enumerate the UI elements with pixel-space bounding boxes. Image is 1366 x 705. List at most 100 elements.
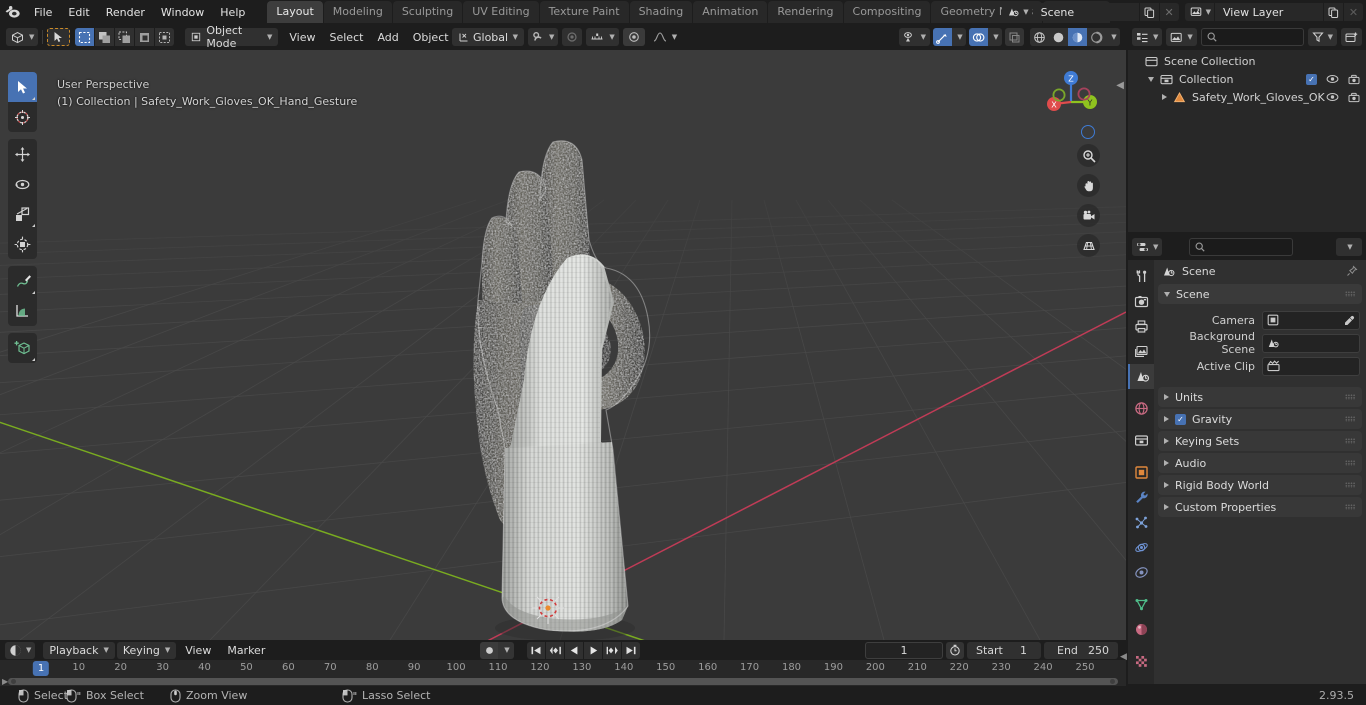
chevron-down-icon[interactable]: ▼ (1336, 238, 1362, 256)
properties-search-input[interactable] (1189, 238, 1294, 256)
workspace-tab-modeling[interactable]: Modeling (323, 1, 392, 23)
gizmo-dropdown[interactable]: ▼ (952, 28, 966, 46)
jump-to-start-icon[interactable] (527, 641, 545, 659)
viewlayer-datablock[interactable]: ▼ View Layer ✕ (1184, 3, 1363, 21)
shading-solid[interactable] (1049, 28, 1068, 46)
panel-header-units[interactable]: Units (1158, 387, 1362, 407)
viewlayer-unlink-button[interactable]: ✕ (1344, 3, 1363, 21)
timeline-editor-icon[interactable]: ▼ (5, 641, 36, 659)
outliner-row[interactable]: Safety_Work_Gloves_OK (1128, 88, 1366, 106)
menu-render[interactable]: Render (98, 3, 153, 22)
record-dot-icon[interactable] (480, 641, 498, 659)
toggle-perspective-icon[interactable] (1077, 234, 1100, 257)
viewport-menu-select[interactable]: Select (323, 28, 371, 46)
select-mode-extend[interactable] (95, 28, 115, 46)
scale-tool[interactable] (8, 199, 37, 229)
proportional-edit-button[interactable] (562, 28, 583, 46)
cursor-tool[interactable] (8, 102, 37, 132)
select-mode-intersect[interactable] (155, 28, 175, 46)
properties-tab-constraints[interactable] (1128, 560, 1154, 585)
view-layer-icon[interactable]: ▼ (1184, 3, 1214, 21)
workspace-tab-shading[interactable]: Shading (629, 1, 693, 23)
property-field-active-clip[interactable] (1262, 356, 1360, 376)
properties-tab-collection[interactable] (1128, 428, 1154, 453)
scene-icon[interactable]: ▼ (1002, 3, 1032, 21)
jump-to-end-icon[interactable] (622, 641, 640, 659)
eye-icon[interactable] (1326, 92, 1339, 102)
gizmo-toggle[interactable] (933, 28, 952, 46)
outliner-row[interactable]: Collection ✓ (1128, 70, 1366, 88)
properties-tab-particles[interactable] (1128, 510, 1154, 535)
scene-name-field[interactable]: Scene (1032, 3, 1139, 21)
visibility-dropdown[interactable]: ▼ (898, 28, 930, 46)
move-tool[interactable] (8, 139, 37, 169)
3d-viewport[interactable]: User Perspective (1) Collection | Safety… (0, 50, 1126, 640)
timeline-playhead[interactable]: 1 (32, 661, 50, 676)
transform-orientation-dropdown[interactable]: Global ▼ (452, 28, 524, 46)
hand-pan-icon[interactable] (1077, 174, 1100, 197)
rotate-tool[interactable] (8, 169, 37, 199)
workspace-tab-layout[interactable]: Layout (267, 1, 323, 23)
transform-tool[interactable] (8, 229, 37, 259)
viewport-menu-object[interactable]: Object (406, 28, 456, 46)
select-mode-subtract[interactable] (115, 28, 135, 46)
outliner-search-input[interactable] (1200, 28, 1304, 46)
glove-object[interactable] (0, 50, 1126, 640)
timeline-ruler[interactable]: 10 20 30 40 50 60 70 80 90 100 110 120 130 140 150 160 1… (0, 660, 1126, 678)
blender-logo-icon[interactable] (0, 0, 26, 24)
menu-help[interactable]: Help (212, 3, 253, 22)
viewlayer-name-field[interactable]: View Layer (1215, 3, 1323, 21)
properties-tab-world[interactable] (1128, 396, 1154, 421)
measure-tool[interactable] (8, 296, 37, 326)
filter-id-icon[interactable]: ▼ (1166, 28, 1197, 46)
current-frame-field[interactable]: 1 (865, 641, 943, 659)
play-reverse-icon[interactable] (565, 641, 583, 659)
panel-drag-grip[interactable] (1345, 438, 1355, 444)
camera-icon[interactable] (1348, 74, 1360, 85)
shading-rendered[interactable] (1087, 28, 1106, 46)
snap-magnet-button[interactable]: ▼ (528, 28, 559, 46)
properties-tab-object[interactable] (1128, 460, 1154, 485)
panel-drag-grip[interactable] (1345, 394, 1355, 400)
properties-tab-tool[interactable] (1128, 264, 1154, 289)
shading-material-preview[interactable] (1068, 28, 1087, 46)
jump-prev-keyframe-icon[interactable] (546, 641, 564, 659)
expand-arrow[interactable] (1162, 94, 1167, 100)
row-checkbox[interactable]: ✓ (1306, 73, 1317, 85)
workspace-tab-uv-editing[interactable]: UV Editing (463, 1, 539, 23)
panel-header-keying-sets[interactable]: Keying Sets (1158, 431, 1362, 451)
workspace-tab-compositing[interactable]: Compositing (843, 1, 931, 23)
funnel-filter-icon[interactable]: ▼ (1307, 28, 1337, 46)
properties-tab-output[interactable] (1128, 314, 1154, 339)
viewport-menu-add[interactable]: Add (370, 28, 405, 46)
record-dropdown[interactable]: ▼ (498, 641, 514, 659)
timeline-scrollbar[interactable] (8, 678, 1118, 685)
viewport-sidebar-toggle[interactable]: ◀ (1116, 80, 1124, 91)
panel-header-rigid-body-world[interactable]: Rigid Body World (1158, 475, 1362, 495)
properties-tab-material[interactable] (1128, 617, 1154, 642)
scene-datablock[interactable]: ▼ Scene ✕ (1002, 3, 1179, 21)
camera-view-icon[interactable] (1077, 204, 1100, 227)
panel-header-audio[interactable]: Audio (1158, 453, 1362, 473)
proportional-toggle[interactable] (622, 28, 645, 46)
scene-copy-button[interactable] (1139, 3, 1159, 21)
navigation-gizmo[interactable]: X Y Z (1034, 62, 1108, 136)
stopwatch-icon[interactable] (946, 641, 964, 659)
pin-icon[interactable] (1346, 265, 1358, 277)
snap-increment-button[interactable]: ▼ (586, 28, 619, 46)
panel-header-scene[interactable]: Scene (1158, 284, 1362, 304)
tweak-select-tool[interactable] (8, 72, 37, 102)
xray-toggle[interactable] (1005, 28, 1024, 46)
editor-type-3dview-icon[interactable]: ▼ (6, 28, 39, 46)
workspace-tab-sculpting[interactable]: Sculpting (392, 1, 463, 23)
scene-unlink-button[interactable]: ✕ (1159, 3, 1179, 21)
outliner-editor[interactable]: ▼ ▼ ▼ Scene Collection Collection ✓ Safety_… (1128, 24, 1366, 232)
properties-tab-view-layer[interactable] (1128, 339, 1154, 364)
select-mode-invert[interactable] (135, 28, 155, 46)
property-field-background-scene[interactable] (1262, 333, 1360, 353)
properties-tab-texture[interactable] (1128, 649, 1154, 674)
properties-editor-icon[interactable]: ▼ (1132, 238, 1163, 256)
annotate-tool[interactable] (8, 266, 37, 296)
new-collection-icon[interactable] (1341, 28, 1362, 46)
property-field-camera[interactable] (1262, 310, 1360, 330)
